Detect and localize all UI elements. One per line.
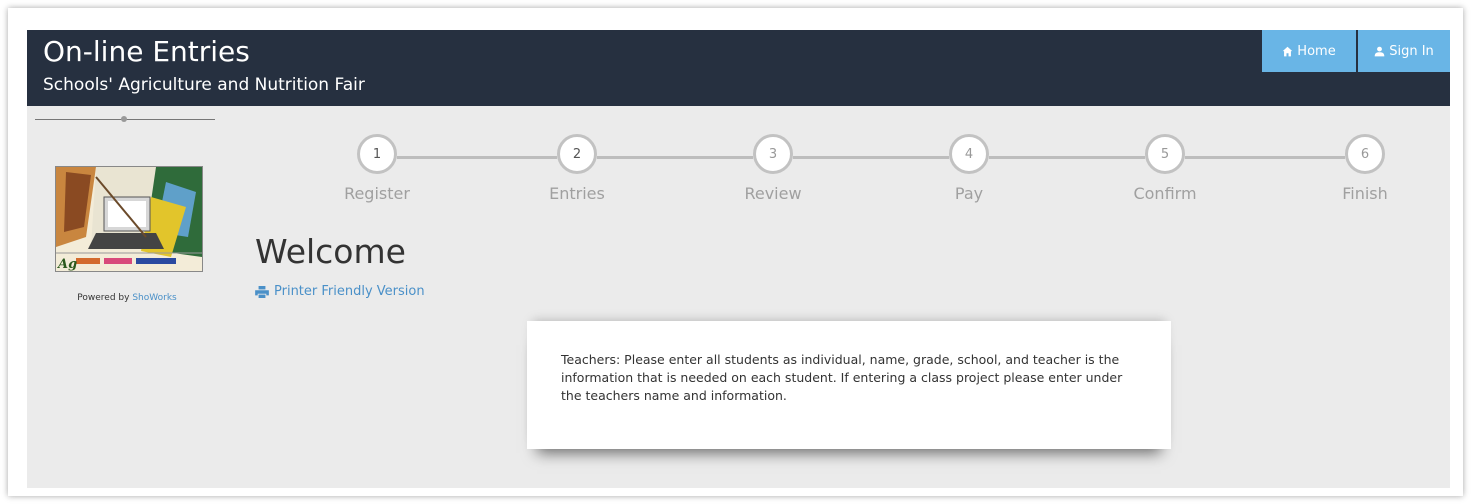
home-icon [1282, 46, 1293, 56]
step-confirm: 5 Confirm [1133, 134, 1197, 203]
step-register: 1 Register [344, 134, 410, 203]
main-content: Ag Powered by ShoWorks 1 Register 2 Entr… [27, 106, 1450, 488]
step-number: 2 [557, 134, 597, 174]
step-label: Register [344, 184, 410, 203]
step-number: 5 [1145, 134, 1185, 174]
step-connector [1185, 156, 1345, 159]
powered-by: Powered by ShoWorks [27, 293, 227, 303]
printer-friendly-link[interactable]: Printer Friendly Version [255, 284, 425, 299]
sign-in-button[interactable]: Sign In [1358, 30, 1450, 72]
page-title: Welcome [255, 232, 406, 271]
printer-friendly-label: Printer Friendly Version [274, 284, 425, 299]
step-number: 4 [949, 134, 989, 174]
sign-in-button-label: Sign In [1389, 43, 1434, 59]
progress-stepper: 1 Register 2 Entries 3 Review 4 Pay 5 Co… [344, 134, 1397, 214]
logo-text: Ag [56, 257, 77, 271]
step-connector [597, 156, 753, 159]
step-number: 3 [753, 134, 793, 174]
step-label: Entries [549, 184, 605, 203]
step-number: 1 [357, 134, 397, 174]
step-number: 6 [1345, 134, 1385, 174]
step-label: Review [744, 184, 802, 203]
teacher-notice-text: Teachers: Please enter all students as i… [561, 352, 1123, 403]
step-connector [397, 156, 557, 159]
app-subtitle: Schools' Agriculture and Nutrition Fair [43, 75, 365, 95]
step-review: 3 Review [744, 134, 802, 203]
powered-by-label: Powered by [77, 293, 130, 303]
app-title: On-line Entries [43, 35, 250, 68]
step-connector [793, 156, 949, 159]
teacher-notice-card: Teachers: Please enter all students as i… [527, 321, 1171, 449]
app-header: On-line Entries Schools' Agriculture and… [27, 30, 1450, 106]
home-button-label: Home [1297, 43, 1336, 59]
user-icon [1374, 46, 1385, 56]
step-label: Pay [954, 184, 984, 203]
step-connector [989, 156, 1145, 159]
printer-icon [255, 285, 269, 298]
showorks-link[interactable]: ShoWorks [132, 293, 176, 303]
step-label: Finish [1342, 184, 1388, 203]
sidebar-divider-knob [121, 116, 127, 122]
step-finish: 6 Finish [1342, 134, 1388, 203]
step-entries: 2 Entries [549, 134, 605, 203]
fair-logo: Ag [55, 166, 203, 272]
step-pay: 4 Pay [949, 134, 989, 203]
step-label: Confirm [1133, 184, 1197, 203]
home-button[interactable]: Home [1262, 30, 1356, 72]
